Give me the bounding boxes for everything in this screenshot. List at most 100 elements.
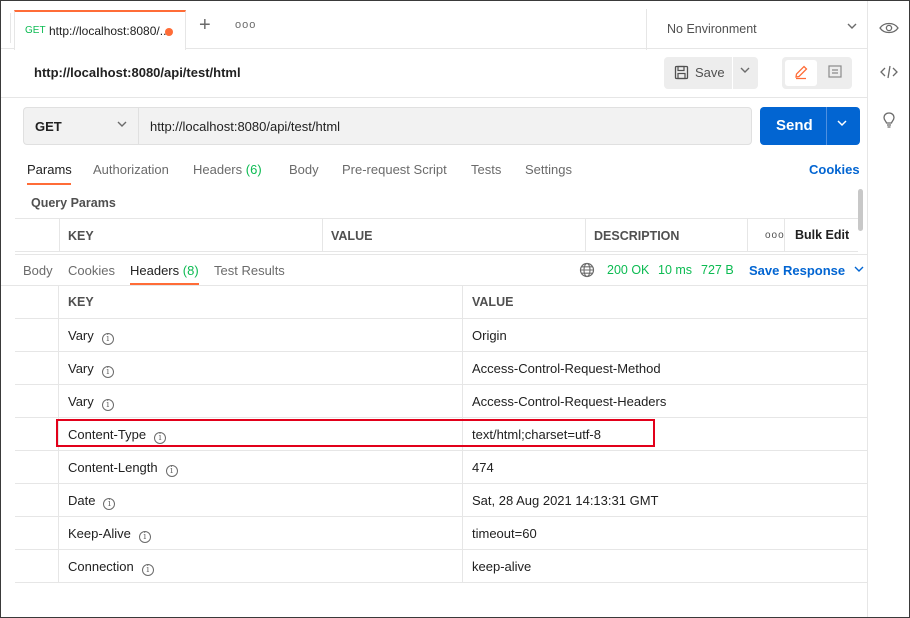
table-row: Keep-Alive i timeout=60 [15,517,867,550]
tab-bar: GET http://localhost:8080/... + ooo No E… [1,1,868,50]
info-icon[interactable]: i [101,333,114,345]
previous-tab[interactable] [1,13,11,43]
active-tab-indicator [130,283,199,285]
table-row: Date i Sat, 28 Aug 2021 14:13:31 GMT [15,484,867,517]
column-header-value: VALUE [472,295,514,309]
tab-response-headers[interactable]: Headers (8) [130,263,199,278]
status-code[interactable]: 200 OK [607,263,649,277]
chevron-down-icon[interactable] [739,64,751,79]
send-divider [826,107,827,145]
info-icon[interactable]: i [103,498,116,510]
header-value: Access-Control-Request-Method [472,361,661,376]
chevron-down-icon [116,118,128,133]
row-gutter [15,451,59,484]
table-row: Vary i Access-Control-Request-Headers [15,385,867,418]
header-key: Connection [68,559,134,574]
header-value: Access-Control-Request-Headers [472,394,667,409]
tab-response-body[interactable]: Body [23,263,53,278]
response-tabs: Body Cookies Headers (8) Test Results 20… [1,256,867,286]
header-key-cell: Vary i [59,319,463,352]
info-icon[interactable]: i [101,399,114,411]
tab-authorization[interactable]: Authorization [93,162,169,177]
query-params-title: Query Params [31,196,116,210]
method-value: GET [35,119,62,134]
column-label: KEY [68,229,94,243]
row-gutter [15,385,59,418]
header-value: 474 [472,460,494,475]
tab-body[interactable]: Body [289,162,319,177]
save-response-button[interactable]: Save Response [749,263,865,278]
header-key: Keep-Alive [68,526,131,541]
globe-icon[interactable] [579,262,595,281]
save-button[interactable]: Save [664,57,758,89]
response-size[interactable]: 727 B [701,263,734,277]
request-title-bar: http://localhost:8080/api/test/html Save [1,50,867,98]
info-icon[interactable]: i [165,465,178,477]
tab-method: GET [25,25,46,36]
tab-tests[interactable]: Tests [471,162,501,177]
lightbulb-icon[interactable] [878,109,900,131]
info-icon[interactable]: i [141,564,154,576]
method-select[interactable]: GET [23,107,138,145]
header-key-cell: Vary i [59,385,463,418]
chevron-down-icon [853,263,865,278]
tab-pre-request-script[interactable]: Pre-request Script [342,162,447,177]
response-time[interactable]: 10 ms [658,263,692,277]
request-name[interactable]: http://localhost:8080/api/test/html [34,65,241,80]
code-icon[interactable] [878,61,900,83]
comment-icon [827,64,843,83]
column-label: DESCRIPTION [594,229,680,243]
tab-label: Headers [130,263,180,278]
header-key-cell: Keep-Alive i [59,517,463,550]
save-divider [732,57,733,89]
header-key: Vary [68,361,94,376]
right-sidebar [867,1,909,617]
row-gutter [15,484,59,517]
header-key-cell: Connection i [59,550,463,583]
url-input[interactable] [138,107,752,145]
send-button[interactable]: Send [760,107,860,145]
tab-response-cookies[interactable]: Cookies [68,263,115,278]
tab-label: Authorization [93,162,169,177]
header-key: Date [68,493,96,508]
edit-mode-button[interactable] [785,60,817,86]
tab-test-results[interactable]: Test Results [214,263,285,278]
row-gutter [15,418,59,451]
column-header-value: VALUE [322,219,585,252]
row-gutter [15,550,59,583]
column-label: KEY [68,295,94,309]
column-header-description: DESCRIPTION [585,219,747,252]
tab-count: (6) [245,162,262,177]
pencil-icon [793,64,809,83]
eye-icon[interactable] [878,17,900,39]
pane-divider[interactable] [15,254,867,255]
info-icon[interactable]: i [138,531,151,543]
environment-selector[interactable]: No Environment [646,9,868,50]
environment-label: No Environment [667,22,757,36]
tab-settings[interactable]: Settings [525,162,572,177]
bulk-edit-button[interactable]: Bulk Edit [795,228,849,242]
tab-label: Test Results [214,263,285,278]
more-horizontal-icon[interactable]: ooo [235,19,256,31]
cookies-link[interactable]: Cookies [809,162,860,177]
header-key-cell: Vary i [59,352,463,385]
scrollbar-thumb[interactable] [858,189,863,231]
header-key-cell: Date i [59,484,463,517]
send-label: Send [776,117,813,134]
active-tab-indicator [27,183,71,185]
tab-headers[interactable]: Headers (6) [193,162,262,177]
column-header-key: KEY [59,286,463,319]
header-value: timeout=60 [472,526,537,541]
save-label: Save [695,65,725,80]
info-icon[interactable]: i [101,366,114,378]
header-key: Vary [68,328,94,343]
request-tab[interactable]: GET http://localhost:8080/... [14,10,186,50]
tab-label: Params [27,162,72,177]
documentation-mode-button[interactable] [820,60,850,86]
tab-label: Body [289,162,319,177]
tab-params[interactable]: Params [27,162,72,177]
chevron-down-icon[interactable] [836,117,848,132]
row-gutter [15,286,59,319]
more-horizontal-icon[interactable]: ooo [765,230,785,241]
plus-icon[interactable]: + [199,14,211,37]
